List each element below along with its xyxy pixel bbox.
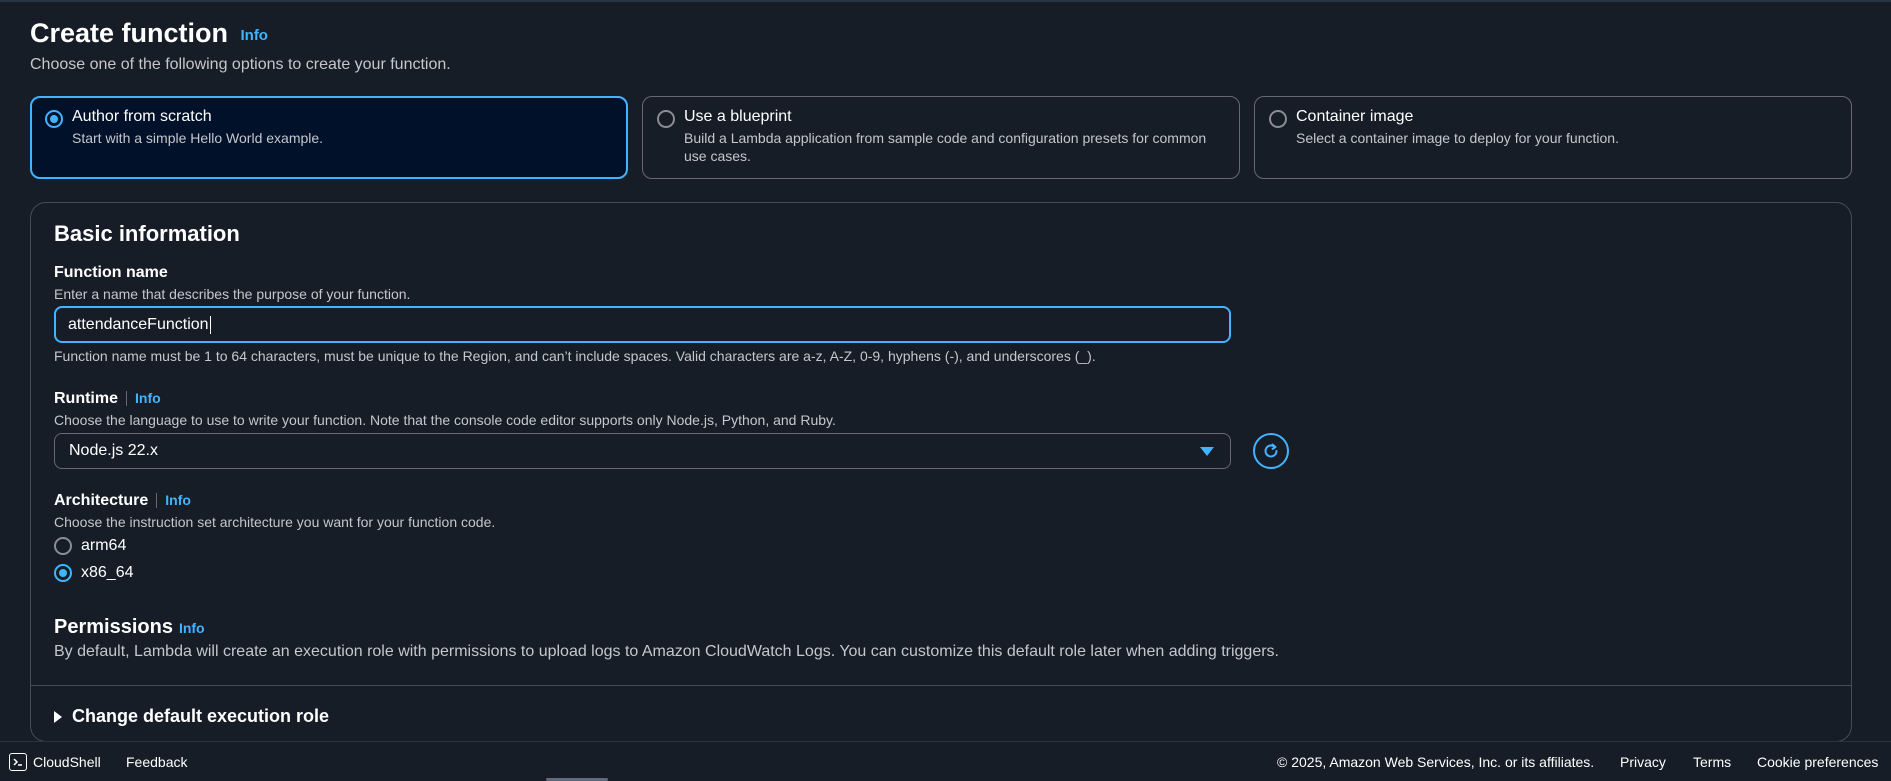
- runtime-label: Runtime Info: [54, 390, 161, 408]
- architecture-info-link[interactable]: Info: [165, 492, 191, 508]
- top-border: [0, 0, 1891, 2]
- function-name-description: Enter a name that describes the purpose …: [54, 286, 411, 302]
- architecture-description: Choose the instruction set architecture …: [54, 514, 496, 530]
- footer: CloudShell Feedback © 2025, Amazon Web S…: [0, 741, 1891, 781]
- divider: [31, 685, 1851, 686]
- option-title: Container image: [1296, 108, 1414, 125]
- caret-down-icon: [1200, 447, 1214, 456]
- page-description: Choose one of the following options to c…: [30, 56, 451, 73]
- radio-label: x86_64: [81, 564, 134, 581]
- radio-icon[interactable]: [1269, 110, 1287, 128]
- runtime-description: Choose the language to use to write your…: [54, 412, 836, 428]
- change-execution-role-expander[interactable]: Change default execution role: [54, 706, 329, 727]
- architecture-label-text: Architecture: [54, 492, 149, 509]
- cloudshell-link[interactable]: CloudShell: [33, 754, 101, 770]
- page-header: Create function Info: [30, 18, 268, 49]
- separator: [156, 493, 158, 509]
- radio-icon[interactable]: [45, 110, 63, 128]
- radio-icon[interactable]: [54, 564, 72, 582]
- page-title: Create function: [30, 18, 229, 48]
- permissions-title-text: Permissions: [54, 616, 173, 638]
- radio-label: arm64: [81, 537, 127, 554]
- runtime-selected-value: Node.js 22.x: [69, 442, 158, 459]
- function-name-input[interactable]: attendanceFunction: [54, 306, 1231, 343]
- option-title: Use a blueprint: [684, 108, 792, 125]
- option-author-from-scratch[interactable]: Author from scratch Start with a simple …: [30, 96, 628, 179]
- terminal-prompt-icon: [13, 758, 22, 766]
- refresh-button[interactable]: [1253, 433, 1289, 469]
- runtime-info-link[interactable]: Info: [135, 390, 161, 406]
- permissions-description: By default, Lambda will create an execut…: [54, 643, 1279, 660]
- radio-icon[interactable]: [657, 110, 675, 128]
- function-name-value: attendanceFunction: [68, 316, 209, 333]
- option-description: Select a container image to deploy for y…: [1296, 130, 1619, 146]
- cookie-preferences-link[interactable]: Cookie preferences: [1757, 754, 1878, 770]
- permissions-info-link[interactable]: Info: [179, 620, 205, 636]
- page-info-link[interactable]: Info: [240, 27, 268, 44]
- feedback-link[interactable]: Feedback: [126, 754, 187, 770]
- option-use-blueprint[interactable]: Use a blueprint Build a Lambda applicati…: [642, 96, 1240, 179]
- option-title: Author from scratch: [72, 108, 212, 125]
- terms-link[interactable]: Terms: [1693, 754, 1731, 770]
- refresh-icon: [1264, 443, 1278, 458]
- option-description: Start with a simple Hello World example.: [72, 130, 324, 146]
- privacy-link[interactable]: Privacy: [1620, 754, 1666, 770]
- text-cursor: [209, 315, 211, 334]
- function-name-constraint: Function name must be 1 to 64 characters…: [54, 348, 1096, 364]
- radio-x86_64[interactable]: x86_64: [54, 564, 134, 582]
- architecture-label: Architecture Info: [54, 492, 191, 510]
- cloudshell-icon[interactable]: [9, 753, 27, 771]
- radio-arm64[interactable]: arm64: [54, 537, 126, 555]
- radio-icon[interactable]: [54, 537, 72, 555]
- expander-label: Change default execution role: [72, 706, 330, 726]
- caret-right-icon: [54, 710, 62, 723]
- option-description: Build a Lambda application from sample c…: [684, 130, 1207, 164]
- function-name-label: Function name: [54, 264, 168, 282]
- copyright-text: © 2025, Amazon Web Services, Inc. or its…: [1277, 754, 1595, 770]
- separator: [126, 391, 127, 407]
- runtime-select[interactable]: Node.js 22.x: [54, 433, 1231, 469]
- basic-information-panel: Basic information Function name Enter a …: [30, 202, 1852, 742]
- runtime-label-text: Runtime: [54, 390, 118, 407]
- section-title: Basic information: [54, 221, 240, 246]
- function-name-label-text: Function name: [54, 264, 168, 281]
- option-container-image[interactable]: Container image Select a container image…: [1254, 96, 1852, 179]
- permissions-title: Permissions Info: [54, 616, 205, 639]
